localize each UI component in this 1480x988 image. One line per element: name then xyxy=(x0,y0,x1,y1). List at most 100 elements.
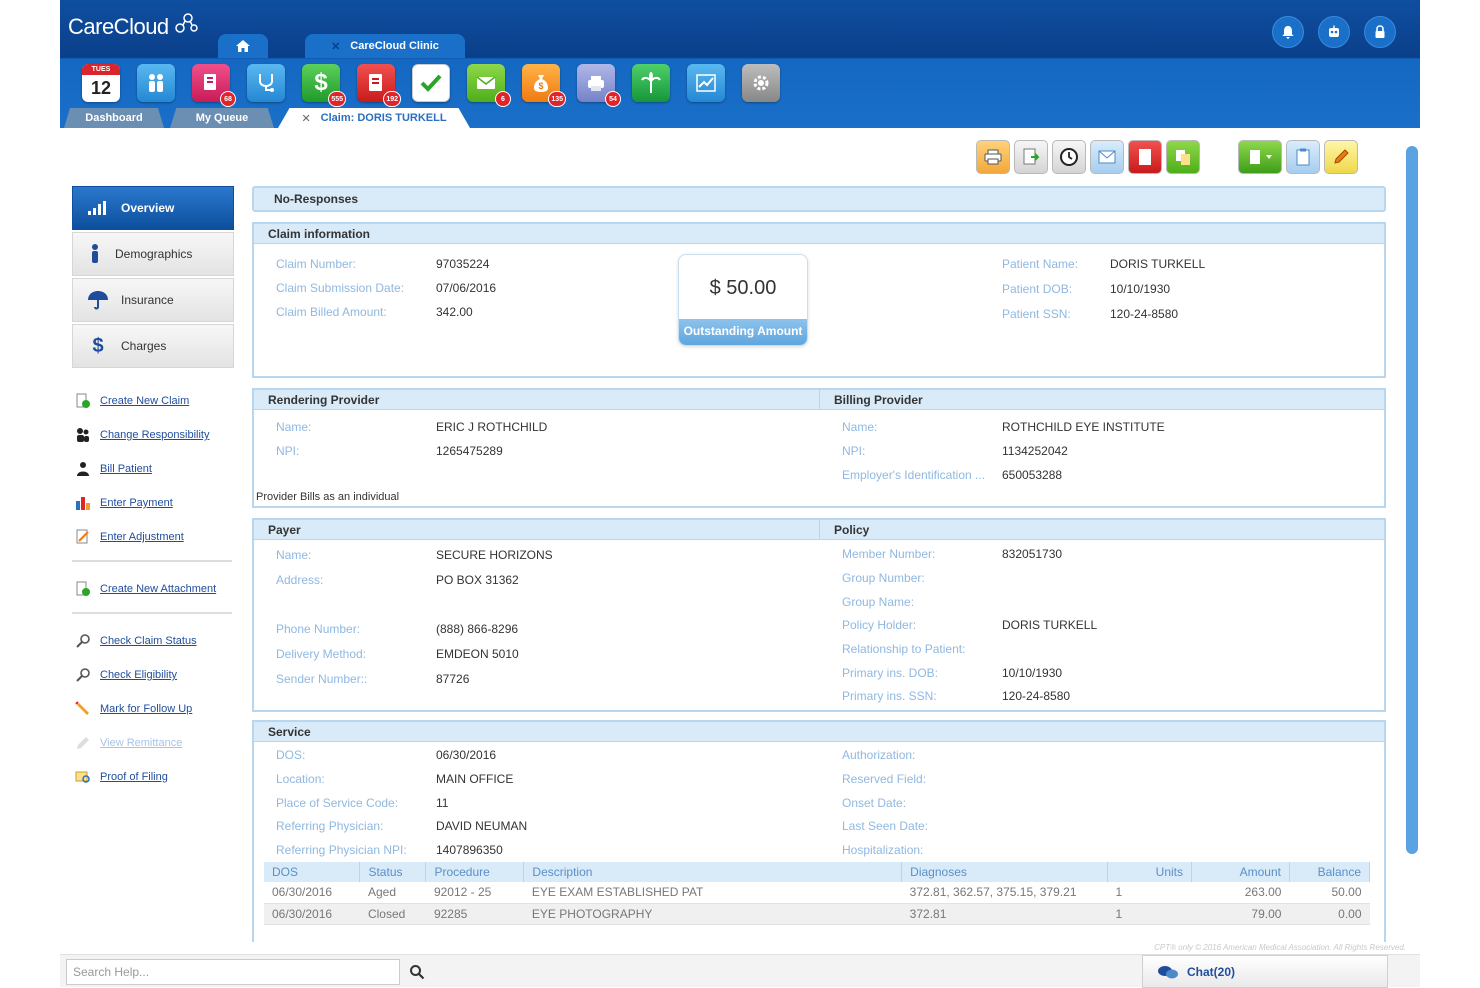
table-row[interactable]: 06/30/2016 Closed 92285 EYE PHOTOGRAPHY … xyxy=(264,903,1370,925)
action-links: Create New Claim Change Responsibility B… xyxy=(72,384,234,794)
change-responsibility-link[interactable]: Change Responsibility xyxy=(72,418,234,452)
col-units[interactable]: Units xyxy=(1107,862,1192,882)
claims-app[interactable]: 192 xyxy=(357,64,401,107)
col-dos[interactable]: DOS xyxy=(264,862,361,882)
mark-follow-up-link[interactable]: Mark for Follow Up xyxy=(72,692,234,726)
link-label[interactable]: Enter Payment xyxy=(100,497,173,509)
link-label[interactable]: Create New Claim xyxy=(100,395,189,407)
settings-app[interactable] xyxy=(742,64,780,102)
search-document-icon xyxy=(74,769,92,785)
link-label[interactable]: Mark for Follow Up xyxy=(100,703,192,715)
notes-button[interactable] xyxy=(1286,140,1320,174)
cell-diagnoses: 372.81 xyxy=(901,903,1108,925)
rendering-name-value: ERIC J ROTHCHILD xyxy=(436,420,548,434)
cell-balance: 0.00 xyxy=(1289,903,1370,925)
submission-date-value: 07/06/2016 xyxy=(436,281,497,295)
create-new-claim-link[interactable]: Create New Claim xyxy=(72,384,234,418)
create-new-attachment-link[interactable]: Create New Attachment xyxy=(72,572,234,606)
sender-number-value: 87726 xyxy=(436,672,470,686)
payer-name-label: Name: xyxy=(276,548,312,562)
sidebar-item-overview[interactable]: Overview xyxy=(72,186,234,230)
check-claim-status-link[interactable]: Check Claim Status xyxy=(72,624,234,658)
notifications-button[interactable] xyxy=(1272,16,1304,48)
link-label[interactable]: Bill Patient xyxy=(100,463,152,475)
dos-label: DOS: xyxy=(276,748,306,762)
patients-app[interactable] xyxy=(137,64,175,102)
col-status[interactable]: Status xyxy=(359,862,427,882)
col-diagnoses[interactable]: Diagnoses xyxy=(901,862,1109,882)
search-button[interactable] xyxy=(402,959,432,985)
group-name-label: Group Name: xyxy=(842,595,915,609)
tasks-app[interactable] xyxy=(412,64,450,102)
chat-button[interactable]: Chat(20) xyxy=(1142,955,1388,988)
sidebar-item-label: Insurance xyxy=(121,293,174,307)
link-label[interactable]: Create New Attachment xyxy=(100,583,216,595)
scanner-badge: 54 xyxy=(605,91,621,107)
referring-npi-label: Referring Physician NPI: xyxy=(276,843,407,857)
tab-carecloud-clinic[interactable]: ✕ CareCloud Clinic xyxy=(305,34,465,58)
edit-button[interactable] xyxy=(1324,140,1358,174)
scanner-app[interactable]: 54 xyxy=(577,64,621,107)
table-header-row: DOS Status Procedure Description Diagnos… xyxy=(264,862,1371,882)
copy-button[interactable] xyxy=(1166,140,1200,174)
vertical-scrollbar[interactable] xyxy=(1406,146,1418,854)
print-button[interactable] xyxy=(976,140,1010,174)
sidebar: Overview Demographics Insurance $ Charge… xyxy=(72,186,234,794)
billing-app[interactable]: $ 555 xyxy=(302,64,346,107)
support-button[interactable] xyxy=(1318,16,1350,48)
app-window: CareCloud ✕ CareCloud Clinic TUES 12 68 … xyxy=(60,0,1420,988)
payments-app[interactable]: $ 135 xyxy=(522,64,566,107)
sidebar-item-charges[interactable]: $ Charges xyxy=(72,324,234,368)
link-label[interactable]: Proof of Filing xyxy=(100,771,168,783)
col-amount[interactable]: Amount xyxy=(1191,862,1290,882)
clinical-app[interactable] xyxy=(247,64,285,102)
search-help-input[interactable]: Search Help... xyxy=(66,959,400,985)
email-button[interactable] xyxy=(1090,140,1124,174)
messages-app[interactable]: 6 xyxy=(467,64,511,107)
payer-title: Payer xyxy=(254,520,820,540)
calendar-app[interactable]: TUES 12 xyxy=(82,64,120,102)
col-procedure[interactable]: Procedure xyxy=(425,862,525,882)
table-row[interactable]: 06/30/2016 Aged 92012 - 25 EYE EXAM ESTA… xyxy=(264,882,1370,904)
link-label[interactable]: Check Claim Status xyxy=(100,635,197,647)
growth-app[interactable] xyxy=(632,64,670,102)
tab-home[interactable] xyxy=(218,34,268,58)
check-eligibility-link[interactable]: Check Eligibility xyxy=(72,658,234,692)
bill-patient-link[interactable]: Bill Patient xyxy=(72,452,234,486)
claim-information-panel: Claim information Claim Number: 97035224… xyxy=(252,222,1386,378)
primary-ssn-value: 120-24-8580 xyxy=(1002,689,1071,703)
claim-number-value: 97035224 xyxy=(436,257,490,271)
logo-dots-icon xyxy=(175,13,198,33)
cell-description: EYE EXAM ESTABLISHED PAT xyxy=(523,882,902,904)
proof-of-filing-link[interactable]: Proof of Filing xyxy=(72,760,234,794)
pdf-button[interactable] xyxy=(1128,140,1162,174)
no-responses-bar[interactable]: No-Responses xyxy=(252,186,1386,212)
link-label[interactable]: Change Responsibility xyxy=(100,429,209,441)
col-balance[interactable]: Balance xyxy=(1289,862,1371,882)
history-button[interactable] xyxy=(1052,140,1086,174)
tab-my-queue[interactable]: My Queue xyxy=(170,108,274,128)
enter-adjustment-link[interactable]: Enter Adjustment xyxy=(72,520,234,554)
payer-phone-label: Phone Number: xyxy=(276,622,361,636)
close-tab-icon[interactable]: ✕ xyxy=(301,112,310,125)
sidebar-item-insurance[interactable]: Insurance xyxy=(72,278,234,322)
sidebar-item-demographics[interactable]: Demographics xyxy=(72,232,234,276)
link-label[interactable]: Check Eligibility xyxy=(100,669,177,681)
new-document-dropdown[interactable] xyxy=(1238,140,1282,174)
tab-claim[interactable]: ✕ Claim: DORIS TURKELL xyxy=(278,108,470,128)
referring-physician-label: Referring Physician: xyxy=(276,819,384,833)
documents-app[interactable]: 68 xyxy=(192,64,236,107)
link-label[interactable]: Enter Adjustment xyxy=(100,531,184,543)
col-description[interactable]: Description xyxy=(523,862,903,882)
divider xyxy=(72,612,232,614)
lock-button[interactable] xyxy=(1364,16,1396,48)
reports-app[interactable] xyxy=(687,64,725,102)
copyright-notice: CPT® only © 2016 American Medical Associ… xyxy=(1154,943,1406,952)
tab-dashboard[interactable]: Dashboard xyxy=(64,108,164,128)
close-icon[interactable]: ✕ xyxy=(331,40,340,53)
person-icon xyxy=(74,461,92,477)
enter-payment-link[interactable]: Enter Payment xyxy=(72,486,234,520)
billing-name-value: ROTHCHILD EYE INSTITUTE xyxy=(1002,420,1165,434)
chat-bubbles-icon xyxy=(1158,965,1178,978)
export-button[interactable] xyxy=(1014,140,1048,174)
